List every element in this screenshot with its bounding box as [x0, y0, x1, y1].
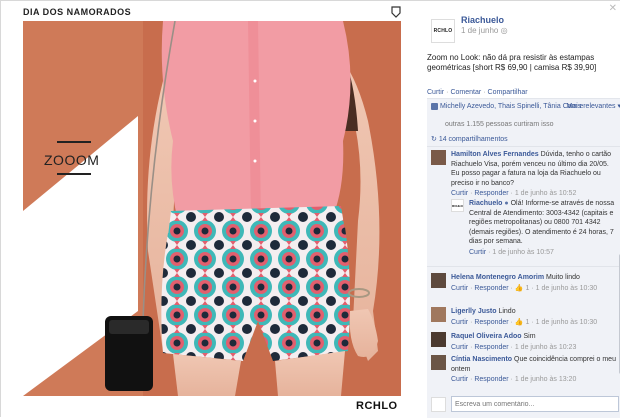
verified-icon: ● — [504, 200, 508, 207]
divider — [427, 266, 620, 267]
zoom-overlay-text: ZOOOM — [44, 152, 99, 168]
comment-time[interactable]: 1 de junho às 13:20 — [515, 376, 577, 383]
like-button[interactable]: Curtir — [427, 89, 444, 96]
comment-input[interactable] — [451, 396, 619, 412]
post-text: Zoom no Look: não dá pra resistir às est… — [427, 53, 615, 73]
photo-caption: DIA DOS NAMORADOS — [23, 7, 131, 17]
comment-like-link[interactable]: Curtir — [451, 344, 468, 351]
comment-like-link[interactable]: Curtir — [451, 285, 468, 292]
comment-like-link[interactable]: Curtir — [451, 376, 468, 383]
current-user-avatar — [431, 397, 446, 412]
share-button[interactable]: Compartilhar — [488, 89, 528, 96]
comment-time[interactable]: 1 de junho às 10:52 — [515, 190, 577, 197]
comment-text: Lindo — [498, 308, 515, 315]
brand-watermark: RCHLO — [356, 400, 398, 412]
commenter-avatar[interactable] — [431, 150, 446, 165]
comment-like-link[interactable]: Curtir — [451, 190, 468, 197]
photo-panel: DIA DOS NAMORADOS — [1, 1, 415, 418]
page-avatar[interactable]: RCHLO — [431, 19, 455, 43]
comment-text: Sim — [524, 333, 536, 340]
reply-avatar[interactable]: RCHLO — [451, 199, 464, 212]
tag-icon[interactable] — [391, 6, 401, 18]
like-icon — [431, 103, 438, 110]
comment-reply-link[interactable]: Responder — [474, 376, 508, 383]
comment-reply-link[interactable]: Responder — [474, 190, 508, 197]
like-count[interactable]: 👍 1 — [515, 319, 530, 326]
post-actions: Curtir·Comentar·Compartilhar — [427, 89, 528, 96]
divider — [427, 146, 620, 147]
comment-meta: Curtir · Responder · 1 de junho às 10:23 — [451, 343, 619, 353]
commenter-name[interactable]: Ligerlly Justo — [451, 308, 497, 315]
post-timestamp[interactable]: 1 de junho ◎ — [461, 26, 508, 35]
commenter-avatar[interactable] — [431, 355, 446, 370]
comment-reply-link[interactable]: Responder — [474, 285, 508, 292]
reply-meta: Curtir · 1 de junho às 10:57 — [469, 248, 617, 258]
globe-icon: ◎ — [501, 26, 508, 35]
commenter-name[interactable]: Raquel Oliveira Adoo — [451, 333, 522, 340]
commenter-name[interactable]: Cíntia Nascimento — [451, 356, 512, 363]
comment-like-link[interactable]: Curtir — [451, 319, 468, 326]
like-count[interactable]: 👍 1 — [515, 285, 530, 292]
photo-viewer: DIA DOS NAMORADOS — [0, 0, 620, 417]
comment-time[interactable]: 1 de junho às 10:30 — [536, 285, 598, 292]
likers-names[interactable]: Michelly Azevedo, Thais Spinelli, Tânia … — [440, 103, 583, 110]
page-name-link[interactable]: Riachuelo — [461, 15, 504, 25]
post-sidebar: ✕ RCHLO Riachuelo 1 de junho ◎ Zoom no L… — [415, 1, 620, 418]
sort-comments-dropdown[interactable]: Mais relevantes ▾ — [567, 102, 620, 112]
comment-button[interactable]: Comentar — [450, 89, 481, 96]
reply-author[interactable]: Riachuelo — [469, 200, 502, 207]
reply-time[interactable]: 1 de junho às 10:57 — [492, 249, 554, 256]
comment-meta: Curtir · Responder · 👍 1 · 1 de junho às… — [451, 284, 619, 294]
post-date[interactable]: 1 de junho — [461, 26, 498, 35]
shares-link[interactable]: ↻ 14 compartilhamentos — [431, 135, 508, 143]
comment-meta: Curtir · Responder · 1 de junho às 13:20 — [451, 375, 619, 385]
other-likes-link[interactable]: outras 1.155 pessoas curtiram isso — [445, 121, 554, 128]
comment-meta: Curtir · Responder · 👍 1 · 1 de junho às… — [451, 318, 619, 328]
post-header: RCHLO Riachuelo 1 de junho ◎ — [431, 15, 617, 43]
comment-reply-link[interactable]: Responder — [474, 344, 508, 351]
likes-summary: Michelly Azevedo, Thais Spinelli, Tânia … — [431, 102, 620, 112]
commenter-name[interactable]: Hamilton Alves Fernandes — [451, 151, 539, 158]
comment-text: Muito lindo — [546, 274, 580, 281]
comment-time[interactable]: 1 de junho às 10:30 — [536, 319, 598, 326]
feedback-panel: Michelly Azevedo, Thais Spinelli, Tânia … — [427, 98, 620, 418]
comment-time[interactable]: 1 de junho às 10:23 — [515, 344, 577, 351]
product-photo[interactable]: ZOOOM — [23, 21, 401, 396]
commenter-avatar[interactable] — [431, 332, 446, 347]
photo-illustration — [23, 21, 401, 396]
photo-header: DIA DOS NAMORADOS — [23, 7, 401, 21]
comment-reply-link[interactable]: Responder — [474, 319, 508, 326]
close-icon[interactable]: ✕ — [609, 3, 617, 14]
write-comment-row — [431, 395, 619, 413]
commenter-avatar[interactable] — [431, 273, 446, 288]
commenter-name[interactable]: Helena Montenegro Amorim — [451, 274, 544, 281]
commenter-avatar[interactable] — [431, 307, 446, 322]
comment-meta: Curtir · Responder · 1 de junho às 10:52 — [451, 189, 619, 199]
reply-like-link[interactable]: Curtir — [469, 249, 486, 256]
